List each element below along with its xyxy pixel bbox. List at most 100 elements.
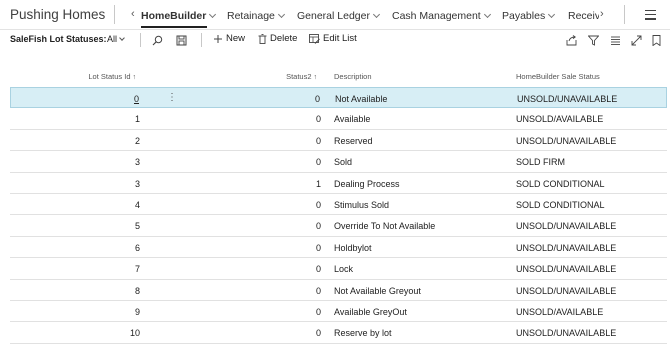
homebuilder-sale-status-cell: UNSOLD/UNAVAILABLE xyxy=(516,135,617,146)
table-row[interactable]: 8 0 Not Available Greyout UNSOLD/UNAVAILABL… xyxy=(10,280,667,301)
table-row[interactable]: 4 0 Stimulus Sold SOLD CONDITIONAL xyxy=(10,194,667,216)
homebuilder-sale-status-cell: SOLD CONDITIONAL xyxy=(516,178,605,189)
search-icon[interactable] xyxy=(152,33,163,47)
list-view-icon[interactable] xyxy=(610,33,621,47)
status2-cell: 0 xyxy=(315,157,321,168)
column-header-description[interactable]: Description xyxy=(334,72,372,81)
homebuilder-sale-status-cell: UNSOLD/UNAVAILABLE xyxy=(516,242,617,253)
nav-item-cash-management[interactable]: Cash Management xyxy=(392,10,491,22)
lot-status-id-cell[interactable]: 0 xyxy=(134,94,139,104)
nav-scroll-right-icon[interactable]: › xyxy=(600,8,604,20)
status2-cell: 0 xyxy=(315,306,321,317)
view-filter-select[interactable]: All xyxy=(107,34,125,44)
hamburger-menu-icon[interactable] xyxy=(645,10,656,23)
company-name[interactable]: Pushing Homes xyxy=(10,7,105,22)
nav-item-receivables[interactable]: Receiv xyxy=(568,10,599,22)
edit-list-button[interactable]: Edit List xyxy=(309,33,357,44)
table-row[interactable]: 5 0 Override To Not Available UNSOLD/UNAVAI… xyxy=(10,215,667,237)
homebuilder-sale-status-cell: UNSOLD/UNAVAILABLE xyxy=(516,328,617,339)
homebuilder-sale-status-cell: SOLD CONDITIONAL xyxy=(516,199,605,210)
nav-item-label: Payables xyxy=(502,10,546,22)
homebuilder-sale-status-cell: SOLD FIRM xyxy=(516,157,566,168)
chevron-down-icon xyxy=(119,35,125,41)
homebuilder-sale-status-cell: UNSOLD/UNAVAILABLE xyxy=(516,285,617,296)
description-cell: Holdbylot xyxy=(334,242,372,253)
nav-item-general-ledger[interactable]: General Ledger xyxy=(297,10,381,22)
lot-status-id-cell[interactable]: 1 xyxy=(135,114,140,124)
column-header-homebuilder-sale-status[interactable]: HomeBuilder Sale Status xyxy=(516,72,600,81)
save-view-icon[interactable] xyxy=(176,33,187,47)
nav-divider xyxy=(114,5,115,24)
description-cell: Stimulus Sold xyxy=(334,199,390,210)
description-cell: Not Available Greyout xyxy=(334,285,421,296)
nav-item-retainage[interactable]: Retainage xyxy=(227,10,285,22)
status2-cell: 0 xyxy=(315,242,321,253)
edit-list-icon xyxy=(309,33,320,44)
status2-cell: 0 xyxy=(314,94,320,104)
expand-icon[interactable] xyxy=(631,33,642,47)
new-button-label: New xyxy=(226,33,246,44)
description-cell: Reserve by lot xyxy=(334,328,392,339)
row-actions-menu-icon[interactable]: ⋮ xyxy=(167,92,177,103)
lot-status-id-cell[interactable]: 4 xyxy=(135,200,140,210)
lot-status-id-cell[interactable]: 10 xyxy=(130,328,140,338)
plus-icon xyxy=(214,34,222,43)
nav-item-payables[interactable]: Payables xyxy=(502,10,556,22)
lot-status-id-cell[interactable]: 7 xyxy=(135,264,140,274)
table-row[interactable]: 1 0 Available UNSOLD/AVAILABLE xyxy=(10,108,667,130)
action-bar: SaleFish Lot Statuses: All New Delete Ed… xyxy=(0,30,670,50)
new-button[interactable]: New xyxy=(213,33,245,44)
table-row[interactable]: 6 0 Holdbylot UNSOLD/UNAVAILABLE xyxy=(10,237,667,259)
homebuilder-sale-status-cell: UNSOLD/UNAVAILABLE xyxy=(516,221,617,232)
lot-status-id-cell[interactable]: 2 xyxy=(135,136,140,146)
nav-item-label: General Ledger xyxy=(297,10,370,22)
trash-icon xyxy=(258,33,267,44)
bookmark-icon[interactable] xyxy=(652,33,661,47)
chevron-down-icon xyxy=(209,10,217,19)
description-cell: Sold xyxy=(334,157,353,168)
status2-cell: 0 xyxy=(315,221,321,232)
share-icon[interactable] xyxy=(566,33,577,47)
table-row[interactable]: 3 1 Dealing Process SOLD CONDITIONAL xyxy=(10,173,667,194)
nav-scroll-left-icon[interactable]: ‹ xyxy=(131,8,135,20)
lot-status-id-cell[interactable]: 9 xyxy=(135,307,140,317)
nav-divider xyxy=(624,5,625,24)
nav-item-label: Retainage xyxy=(227,10,275,22)
homebuilder-sale-status-cell: UNSOLD/AVAILABLE xyxy=(516,114,604,125)
status2-cell: 0 xyxy=(315,135,321,146)
description-cell: Available xyxy=(334,114,371,125)
table-row[interactable]: 2 0 Reserved UNSOLD/UNAVAILABLE xyxy=(10,130,667,152)
description-cell: Lock xyxy=(334,264,354,275)
chevron-down-icon xyxy=(372,10,381,19)
filter-icon[interactable] xyxy=(588,33,599,47)
table-row[interactable]: 0 ⋮ 0 Not Available UNSOLD/UNAVAILABLE xyxy=(10,87,667,109)
description-cell: Override To Not Available xyxy=(334,221,436,232)
table-body: 0 ⋮ 0 Not Available UNSOLD/UNAVAILABLE 1 0 Avai… xyxy=(10,87,667,344)
view-filter-value: All xyxy=(107,34,118,44)
chevron-down-icon xyxy=(483,10,491,19)
status2-cell: 1 xyxy=(315,178,321,189)
column-header-lot-status-id[interactable]: Lot Status Id ↑ xyxy=(88,72,136,81)
edit-list-button-label: Edit List xyxy=(323,33,357,44)
toolbar-divider xyxy=(201,33,202,47)
table-row[interactable]: 9 0 Available GreyOut UNSOLD/AVAILABLE xyxy=(10,301,667,323)
table-row[interactable]: 10 0 Reserve by lot UNSOLD/UNAVAILABLE xyxy=(10,322,667,344)
view-label: SaleFish Lot Statuses: xyxy=(10,34,107,44)
lot-status-id-cell[interactable]: 3 xyxy=(135,157,140,167)
column-header-status2[interactable]: Status2 ↑ xyxy=(286,72,317,81)
table-row[interactable]: 3 0 Sold SOLD FIRM xyxy=(10,151,667,173)
lot-status-id-cell[interactable]: 5 xyxy=(135,221,140,231)
table-row[interactable]: 7 0 Lock UNSOLD/UNAVAILABLE xyxy=(10,258,667,280)
toolbar-divider xyxy=(140,33,141,47)
delete-button[interactable]: Delete xyxy=(258,33,297,44)
description-cell: Dealing Process xyxy=(334,178,400,189)
lot-status-id-cell[interactable]: 6 xyxy=(135,243,140,253)
lot-status-id-cell[interactable]: 8 xyxy=(135,286,140,296)
description-cell: Available GreyOut xyxy=(334,306,407,317)
chevron-down-icon xyxy=(277,10,285,19)
lot-status-id-cell[interactable]: 3 xyxy=(135,179,140,189)
status2-cell: 0 xyxy=(315,285,321,296)
nav-item-label: HomeBuilder xyxy=(141,10,207,22)
status2-cell: 0 xyxy=(315,328,321,339)
nav-item-homebuilder[interactable]: HomeBuilder xyxy=(141,10,217,28)
